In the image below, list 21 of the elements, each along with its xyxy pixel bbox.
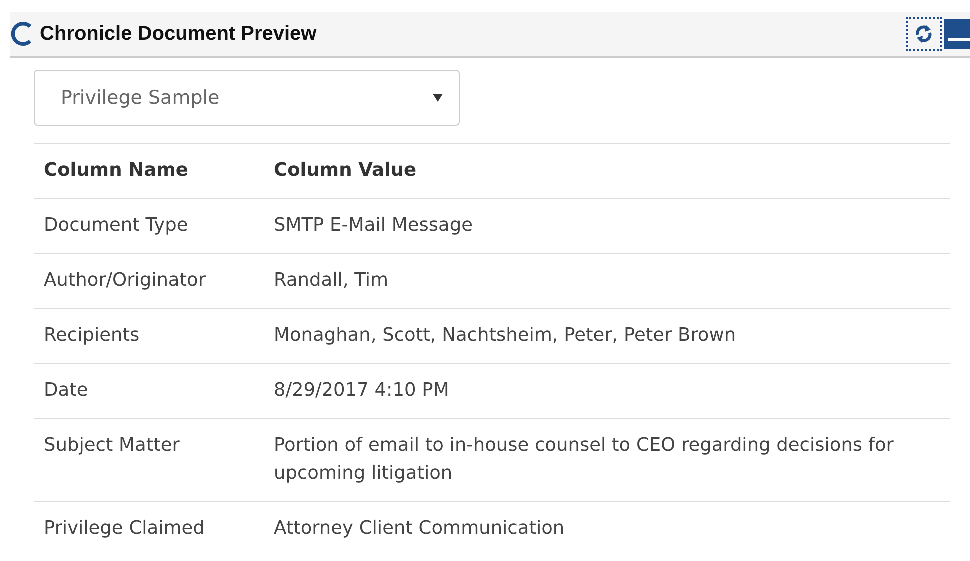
table-cell: Portion of email to in-house counsel to CEO regarding decisions for upcoming litigation (264, 418, 950, 502)
column-header: Column Value (264, 144, 950, 198)
table-cell: Date (34, 364, 264, 418)
table-cell: SMTP E-Mail Message (264, 198, 950, 254)
table-cell: Subject Matter (34, 418, 264, 502)
table-cell: Privilege Claimed (34, 502, 264, 556)
table-cell: Recipients (34, 308, 264, 364)
table-cell: Attorney Client Communication (264, 502, 950, 556)
refresh-button[interactable] (906, 17, 942, 51)
refresh-icon (914, 24, 934, 44)
logo-icon (10, 20, 34, 48)
caret-icon (433, 94, 443, 102)
table-cell: Document Type (34, 198, 264, 254)
window-button[interactable] (944, 19, 970, 49)
table-cell: Randall, Tim (264, 254, 950, 308)
column-header: Column Name (34, 144, 264, 198)
document-dropdown[interactable]: Privilege Sample (34, 70, 460, 126)
table-cell: 8/29/2017 4:10 PM (264, 364, 950, 418)
table-cell: Author/Originator (34, 254, 264, 308)
window-title: Chronicle Document Preview (40, 22, 317, 46)
table-cell: Monaghan, Scott, Nachtsheim, Peter, Peter Brown (264, 308, 950, 364)
